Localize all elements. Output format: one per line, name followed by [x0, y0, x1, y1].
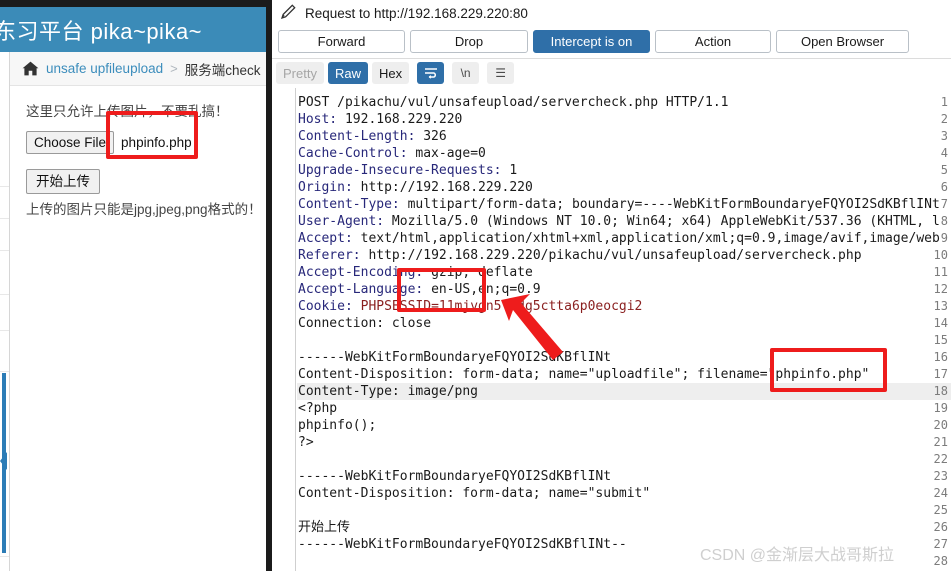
breadcrumb-current: 服务端check — [184, 62, 261, 78]
annotation-box-content-type — [397, 268, 486, 312]
code-line[interactable]: ------WebKitFormBoundaryeFQYOI2SdKBflINt… — [298, 536, 627, 553]
sliver-rule — [0, 330, 9, 331]
line-number: 27 — [933, 537, 948, 551]
request-editor[interactable]: 1 2 3 4 5 6 7 8 9 10 11 12 13 14 15 16 17 18 19 20 21 22 23 24 2… — [272, 88, 951, 571]
sliver-rule — [0, 218, 9, 219]
line-number: 20 — [933, 418, 948, 432]
code-line[interactable]: ------WebKitFormBoundaryeFQYOI2SdKBflINt — [298, 468, 611, 485]
line-number: 25 — [933, 503, 948, 517]
toolbar-separator — [272, 58, 951, 59]
line-number: 2 — [940, 112, 948, 126]
code-line[interactable]: POST /pikachu/vul/unsafeupload/serverche… — [298, 94, 728, 111]
hamburger-menu-icon[interactable]: ☰ — [487, 62, 515, 84]
code-line[interactable]: Origin: http://192.168.229.220 — [298, 179, 533, 196]
line-number: 11 — [933, 265, 948, 279]
line-number: 19 — [933, 401, 948, 415]
line-number: 5 — [940, 163, 948, 177]
choose-file-button[interactable]: Choose File — [26, 131, 115, 154]
line-number: 10 — [933, 248, 948, 262]
sliver-rule — [0, 294, 9, 295]
burp-action-buttons: Forward Drop Intercept is on Action Open… — [278, 30, 909, 53]
line-number: 13 — [933, 299, 948, 313]
tab-raw[interactable]: Raw — [327, 62, 368, 84]
sliver-rule — [0, 371, 9, 372]
sliver-rule — [0, 556, 9, 557]
intercept-toggle-button[interactable]: Intercept is on — [533, 30, 650, 53]
line-number: 18 — [933, 384, 948, 398]
line-number: 3 — [940, 129, 948, 143]
code-line[interactable]: Content-Type: multipart/form-data; bound… — [298, 196, 940, 213]
burp-titlebar: Request to http://192.168.229.220:80 — [272, 0, 951, 27]
tab-hex[interactable]: Hex — [371, 62, 410, 84]
submit-row: 开始上传 — [10, 154, 266, 194]
code-line[interactable]: Cache-Control: max-age=0 — [298, 145, 486, 162]
open-browser-button[interactable]: Open Browser — [776, 30, 909, 53]
forward-button[interactable]: Forward — [278, 30, 405, 53]
burp-request-title: Request to http://192.168.229.220:80 — [305, 6, 528, 21]
drop-button[interactable]: Drop — [410, 30, 528, 53]
line-number-gutter — [272, 88, 296, 571]
site-title: 东习平台 pika~pika~ — [0, 18, 203, 44]
breadcrumb-separator: > — [170, 61, 178, 76]
message-view-tabs: Pretty Raw Hex \n ☰ — [276, 62, 515, 84]
code-line[interactable]: Referer: http://192.168.229.220/pikachu/… — [298, 247, 862, 264]
annotation-arrow-icon — [497, 290, 577, 370]
code-line[interactable]: Content-Type: image/png — [298, 383, 478, 400]
line-number: 24 — [933, 486, 948, 500]
line-number: 12 — [933, 282, 948, 296]
code-line[interactable]: Content-Disposition: form-data; name="su… — [298, 485, 650, 502]
browser-top-strip — [0, 0, 266, 7]
code-line[interactable]: Accept: text/html,application/xhtml+xml,… — [298, 230, 940, 247]
code-line[interactable]: Host: 192.168.229.220 — [298, 111, 462, 128]
line-number: 21 — [933, 435, 948, 449]
code-line[interactable]: phpinfo(); — [298, 417, 376, 434]
line-number: 4 — [940, 146, 948, 160]
tab-pretty[interactable]: Pretty — [276, 62, 324, 84]
sliver-rule — [0, 186, 9, 187]
line-number: 15 — [933, 333, 948, 347]
word-wrap-icon[interactable] — [417, 62, 445, 84]
line-number: 1 — [940, 95, 948, 109]
action-button[interactable]: Action — [655, 30, 771, 53]
line-number: 6 — [940, 180, 948, 194]
code-line[interactable]: <?php — [298, 400, 337, 417]
screenshot-root: 东习平台 pika~pika~ unsafe upfileupload > 服务… — [0, 0, 951, 571]
line-number: 23 — [933, 469, 948, 483]
home-icon — [22, 61, 39, 76]
line-number: 26 — [933, 520, 948, 534]
breadcrumb: unsafe upfileupload > 服务端check — [10, 52, 266, 86]
line-number: 17 — [933, 367, 948, 381]
pencil-icon — [280, 3, 297, 25]
watermark: CSDN @金渐层大战哥斯拉 — [700, 547, 895, 564]
annotation-box-filename-browser — [106, 111, 198, 159]
sliver-rule — [0, 250, 9, 251]
browser-pane: 东习平台 pika~pika~ unsafe upfileupload > 服务… — [0, 0, 266, 571]
breadcrumb-link[interactable]: unsafe upfileupload — [46, 61, 163, 76]
site-header: 东习平台 pika~pika~ — [0, 7, 266, 52]
code-line[interactable]: Connection: close — [298, 315, 431, 332]
code-line[interactable]: ?> — [298, 434, 314, 451]
line-number: 16 — [933, 350, 948, 364]
line-number: 22 — [933, 452, 948, 466]
line-number: 28 — [933, 554, 948, 568]
annotation-box-filename-request — [770, 348, 887, 392]
code-line[interactable]: User-Agent: Mozilla/5.0 (Windows NT 10.0… — [298, 213, 940, 230]
start-upload-button[interactable]: 开始上传 — [26, 169, 100, 194]
page-scroll-arrow-icon[interactable] — [0, 452, 7, 470]
burp-proxy-pane: Request to http://192.168.229.220:80 For… — [272, 0, 951, 571]
newline-icon[interactable]: \n — [452, 62, 480, 84]
code-line[interactable]: Upgrade-Insecure-Requests: 1 — [298, 162, 517, 179]
upload-format-note: 上传的图片只能是jpg,jpeg,png格式的！ — [26, 202, 262, 217]
code-line[interactable]: 开始上传 — [298, 519, 350, 536]
line-number: 14 — [933, 316, 948, 330]
code-line[interactable]: Content-Length: 326 — [298, 128, 447, 145]
